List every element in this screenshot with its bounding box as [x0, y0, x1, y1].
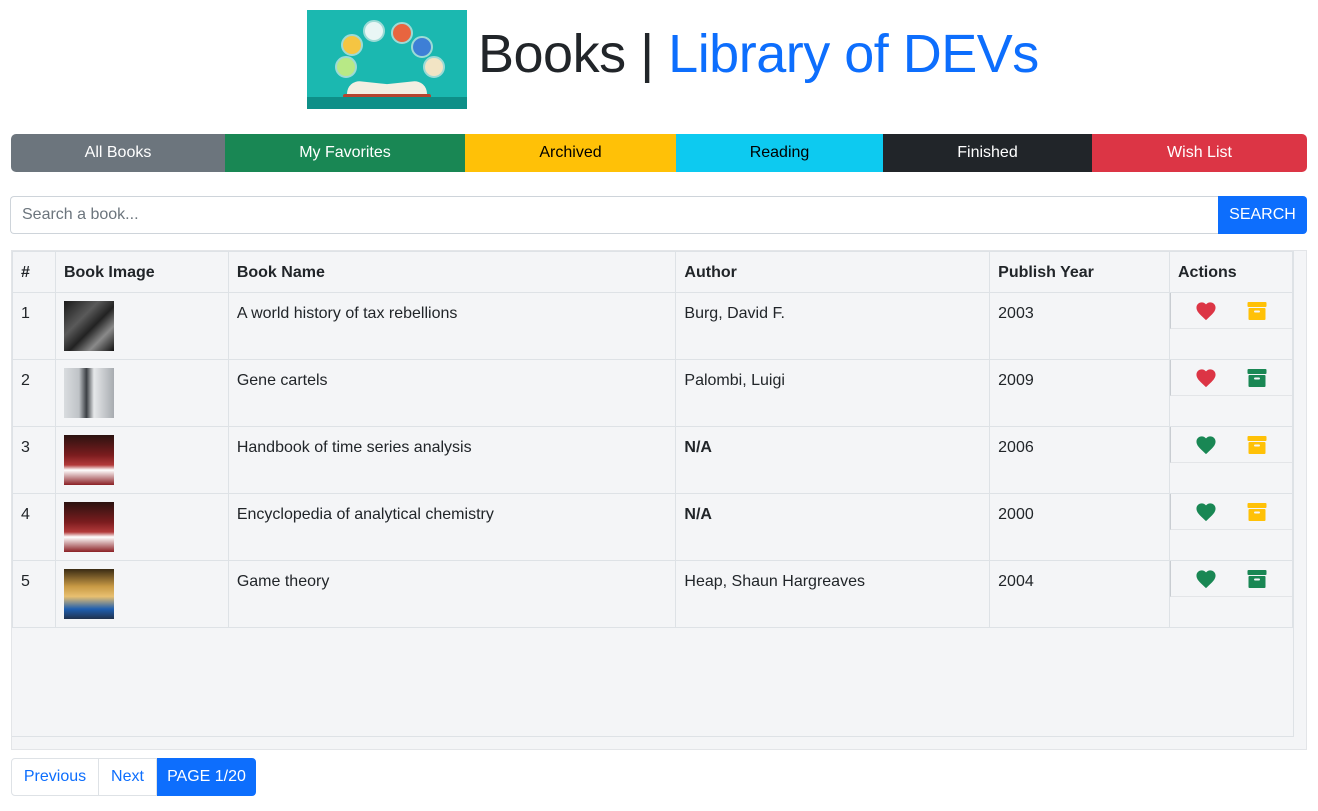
filter-all-books-button[interactable]: All Books [11, 134, 225, 172]
favorite-heart-icon[interactable] [1195, 368, 1217, 388]
page-indicator: PAGE 1/20 [157, 758, 256, 796]
title-books: Books [478, 24, 626, 84]
book-cover-image [63, 368, 114, 418]
row-number: 1 [12, 292, 56, 360]
archive-box-icon[interactable] [1247, 368, 1267, 388]
search-input[interactable] [10, 196, 1218, 234]
book-publish-year: 2009 [989, 359, 1170, 427]
filter-my-favorites-button[interactable]: My Favorites [225, 134, 465, 172]
book-name: Game theory [227, 560, 677, 628]
archive-box-icon[interactable] [1247, 301, 1267, 321]
filter-wish-list-button[interactable]: Wish List [1092, 134, 1307, 172]
book-author: N/A [675, 493, 991, 561]
book-cover-image [63, 569, 114, 619]
title-library-name: Library of DEVs [668, 24, 1039, 84]
books-table-container[interactable]: # Book Image Book Name Author Publish Ye… [11, 250, 1307, 750]
filter-archived-button[interactable]: Archived [465, 134, 676, 172]
column-header-number: # [12, 251, 56, 293]
page-header: Books | Library of DEVs [0, 10, 1318, 110]
column-header-book-image: Book Image [54, 251, 229, 293]
row-number: 4 [12, 493, 56, 561]
book-author: Palombi, Luigi [675, 359, 991, 427]
table-row: 1 A world history of tax rebellions Burg… [12, 292, 1293, 360]
previous-page-button[interactable]: Previous [11, 758, 99, 796]
column-header-author: Author [675, 251, 991, 293]
book-publish-year: 2003 [989, 292, 1170, 360]
favorite-heart-icon[interactable] [1195, 502, 1217, 522]
book-cover-image [63, 301, 114, 351]
library-logo-image [307, 10, 467, 109]
column-header-book-name: Book Name [227, 251, 677, 293]
book-publish-year: 2004 [989, 560, 1170, 628]
books-table: # Book Image Book Name Author Publish Ye… [12, 251, 1293, 628]
book-publish-year: 2006 [989, 426, 1170, 494]
archive-box-icon[interactable] [1247, 435, 1267, 455]
book-cover-image [63, 502, 114, 552]
row-number: 2 [12, 359, 56, 427]
archive-box-icon[interactable] [1247, 502, 1267, 522]
row-number: 5 [12, 560, 56, 628]
search-bar: SEARCH [10, 196, 1307, 234]
table-header-row: # Book Image Book Name Author Publish Ye… [12, 251, 1293, 293]
filter-button-group: All Books My Favorites Archived Reading … [11, 134, 1307, 172]
next-page-button[interactable]: Next [99, 758, 157, 796]
favorite-heart-icon[interactable] [1195, 435, 1217, 455]
book-name: Gene cartels [227, 359, 677, 427]
book-name: Handbook of time series analysis [227, 426, 677, 494]
book-name: A world history of tax rebellions [227, 292, 677, 360]
book-name: Encyclopedia of analytical chemistry [227, 493, 677, 561]
filter-finished-button[interactable]: Finished [883, 134, 1092, 172]
table-row: 4 Encyclopedia of analytical chemistry N… [12, 493, 1293, 561]
column-header-actions: Actions [1169, 251, 1293, 293]
pagination: Previous Next PAGE 1/20 [11, 758, 256, 796]
book-publish-year: 2000 [989, 493, 1170, 561]
table-row: 5 Game theory Heap, Shaun Hargreaves 200… [12, 560, 1293, 628]
archive-box-icon[interactable] [1247, 569, 1267, 589]
table-row: 3 Handbook of time series analysis N/A 2… [12, 426, 1293, 494]
page-title: Books | Library of DEVs [478, 22, 1039, 86]
favorite-heart-icon[interactable] [1195, 301, 1217, 321]
favorite-heart-icon[interactable] [1195, 569, 1217, 589]
column-header-publish-year: Publish Year [989, 251, 1170, 293]
table-row: 2 Gene cartels Palombi, Luigi 2009 [12, 359, 1293, 427]
book-author: N/A [675, 426, 991, 494]
book-author: Burg, David F. [675, 292, 991, 360]
book-author: Heap, Shaun Hargreaves [675, 560, 991, 628]
book-cover-image [63, 435, 114, 485]
search-button[interactable]: SEARCH [1218, 196, 1307, 234]
row-number: 3 [12, 426, 56, 494]
filter-reading-button[interactable]: Reading [676, 134, 883, 172]
title-separator: | [640, 24, 654, 84]
